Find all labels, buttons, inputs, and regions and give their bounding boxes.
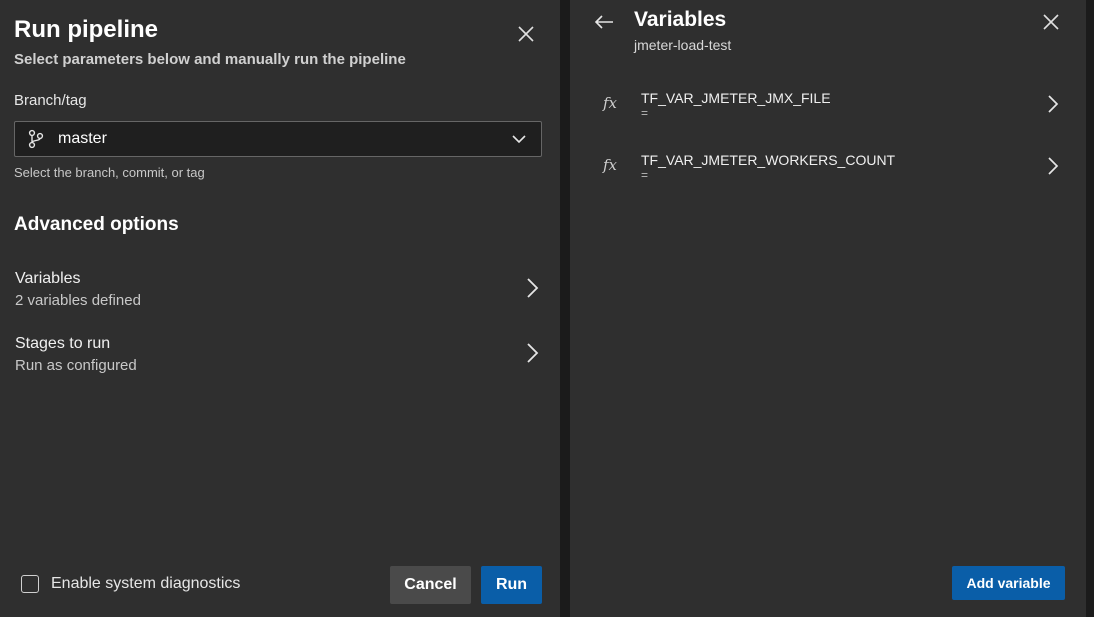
variable-row[interactable]: fx TF_VAR_JMETER_WORKERS_COUNT = xyxy=(570,148,1086,204)
arrow-left-icon xyxy=(594,15,613,29)
variable-name: TF_VAR_JMETER_JMX_FILE xyxy=(641,90,831,106)
variable-value: = xyxy=(641,168,649,182)
chevron-right-icon xyxy=(524,341,540,370)
chevron-right-icon xyxy=(1046,156,1060,181)
chevron-down-icon xyxy=(511,131,527,152)
chevron-right-icon xyxy=(524,276,540,305)
stages-to-run-option[interactable]: Stages to run Run as configured xyxy=(0,331,560,387)
option-label: Stages to run xyxy=(15,335,111,352)
branch-label: Branch/tag xyxy=(14,92,87,109)
branch-value: master xyxy=(58,130,107,147)
variables-option[interactable]: Variables 2 variables defined xyxy=(0,266,560,322)
panel-title: Run pipeline xyxy=(14,16,158,43)
variable-row[interactable]: fx TF_VAR_JMETER_JMX_FILE = xyxy=(570,86,1086,142)
chevron-right-icon xyxy=(1046,94,1060,119)
fx-icon: fx xyxy=(603,94,618,112)
close-button[interactable] xyxy=(512,20,540,48)
variable-value: = xyxy=(641,106,649,120)
run-pipeline-panel: Run pipeline Select parameters below and… xyxy=(0,0,560,617)
variables-panel: Variables jmeter-load-test fx TF_VAR_JME… xyxy=(570,0,1086,617)
branch-help-text: Select the branch, commit, or tag xyxy=(14,165,205,180)
fx-icon: fx xyxy=(603,156,618,174)
system-diagnostics-checkbox[interactable]: Enable system diagnostics xyxy=(21,575,240,593)
option-description: Run as configured xyxy=(15,357,137,374)
branch-dropdown[interactable]: master xyxy=(14,121,542,157)
checkbox-label: Enable system diagnostics xyxy=(51,575,241,592)
run-button[interactable]: Run xyxy=(481,566,542,604)
add-variable-button[interactable]: Add variable xyxy=(952,566,1065,600)
close-button[interactable] xyxy=(1037,8,1065,36)
option-description: 2 variables defined xyxy=(15,292,141,309)
back-button[interactable] xyxy=(594,10,622,34)
cancel-button[interactable]: Cancel xyxy=(390,566,471,604)
variable-name: TF_VAR_JMETER_WORKERS_COUNT xyxy=(641,152,896,168)
close-icon xyxy=(1043,14,1059,30)
advanced-options-heading: Advanced options xyxy=(14,214,179,235)
git-branch-icon xyxy=(28,129,46,149)
checkbox-box[interactable] xyxy=(21,575,39,593)
pipeline-name: jmeter-load-test xyxy=(634,37,732,53)
variables-title: Variables xyxy=(634,8,727,31)
close-icon xyxy=(518,26,534,42)
option-label: Variables xyxy=(15,270,81,287)
panel-subtitle: Select parameters below and manually run… xyxy=(14,51,406,68)
